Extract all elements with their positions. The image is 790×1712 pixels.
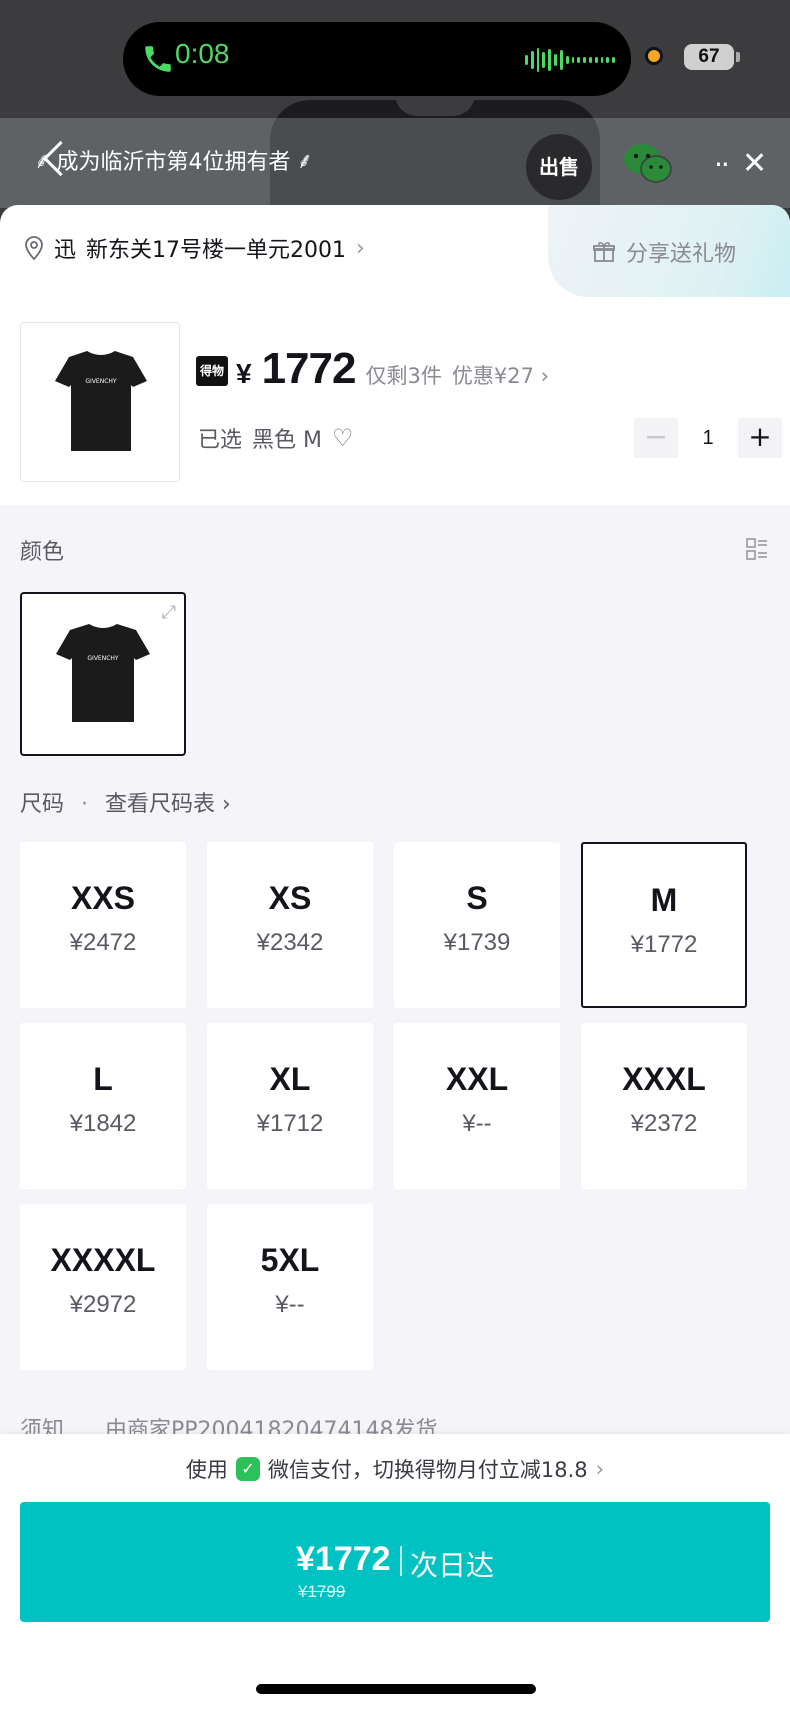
size-price: ¥-- — [462, 1110, 492, 1137]
dynamic-island[interactable]: 0:08 — [123, 22, 631, 96]
wechat-share-icon[interactable] — [622, 142, 674, 186]
size-price: ¥2372 — [630, 1110, 698, 1137]
size-section-header: 尺码 · 查看尺码表 › — [20, 786, 231, 818]
size-name: M — [650, 882, 678, 918]
recording-indicator — [645, 47, 663, 65]
size-name: XXXL — [622, 1061, 706, 1097]
size-name: XL — [269, 1061, 311, 1097]
laurel-right-icon: ⸙ — [296, 149, 314, 174]
sell-button[interactable]: 出售 — [526, 134, 592, 200]
size-option-xl[interactable]: XL ¥1712 — [207, 1023, 373, 1189]
buy-price: ¥1772 — [296, 1540, 391, 1578]
size-chart-link[interactable]: 查看尺码表 › — [105, 792, 231, 817]
size-option-xxl[interactable]: XXL ¥-- — [394, 1023, 560, 1189]
currency-symbol: ¥ — [236, 358, 252, 389]
owner-banner: ⸙ 成为临沂市第4位拥有者 ⸙ — [34, 144, 313, 176]
selected-value: 黑色 M — [252, 428, 322, 453]
heart-icon[interactable]: ♡ — [332, 424, 354, 452]
share-gift-label: 分享送礼物 — [626, 242, 737, 267]
gift-icon — [593, 242, 615, 262]
chevron-right-icon: › — [356, 235, 365, 261]
tshirt-brand-print: GIVENCHY — [87, 655, 119, 662]
platform-badge: 得物 — [196, 356, 228, 386]
chevron-right-icon: › — [595, 1457, 605, 1481]
size-price: ¥1712 — [256, 1110, 324, 1137]
size-name: 5XL — [260, 1242, 320, 1278]
home-indicator[interactable] — [256, 1684, 536, 1694]
selected-variant: 已选 黑色 M ♡ — [198, 422, 354, 454]
size-price: ¥1739 — [443, 929, 511, 956]
size-option-m[interactable]: M ¥1772 — [581, 842, 747, 1008]
notice-row[interactable]: 须知 由商家PP20041820474148发货 — [20, 1412, 780, 1436]
payment-method-row[interactable]: 使用 ✓ 微信支付，切换得物月付立减18.8 › — [0, 1454, 790, 1484]
size-section-label: 尺码 — [20, 792, 65, 817]
size-option-5xl[interactable]: 5XL ¥-- — [207, 1204, 373, 1370]
size-price: ¥2972 — [69, 1291, 137, 1318]
price-row: ¥ 1772 仅剩3件 优惠¥27 › — [236, 344, 549, 394]
buy-divider — [400, 1546, 402, 1576]
battery-tip — [736, 52, 740, 62]
product-price: 1772 — [261, 344, 357, 393]
tshirt-image: GIVENCHY — [56, 624, 150, 722]
size-price: ¥2342 — [256, 929, 324, 956]
original-price: ¥1799 — [298, 1582, 346, 1601]
discount-link[interactable]: 优惠¥27 › — [452, 360, 549, 390]
size-name: XXS — [70, 880, 136, 916]
owner-banner-text: 成为临沂市第4位拥有者 — [56, 150, 291, 175]
size-option-xs[interactable]: XS ¥2342 — [207, 842, 373, 1008]
quantity-stepper: − 1 + — [634, 418, 782, 458]
size-name: XXL — [445, 1061, 509, 1097]
product-thumbnail[interactable]: GIVENCHY — [20, 322, 180, 482]
more-icon[interactable]: ·· — [714, 148, 730, 181]
buy-button[interactable] — [20, 1502, 770, 1622]
top-navbar: ⸙ 成为临沂市第4位拥有者 ⸙ 出售 ·· ✕ — [0, 118, 790, 208]
stock-remaining: 仅剩3件 — [365, 364, 442, 388]
size-chart-text: 查看尺码表 — [105, 792, 216, 817]
call-timer: 0:08 — [175, 38, 230, 69]
tshirt-brand-print: GIVENCHY — [85, 378, 117, 385]
increase-button[interactable]: + — [738, 418, 782, 458]
size-name: XXXXL — [50, 1242, 156, 1278]
size-option-s[interactable]: S ¥1739 — [394, 842, 560, 1008]
delivery-label: 次日达 — [410, 1549, 495, 1582]
tshirt-image: GIVENCHY — [55, 351, 147, 451]
payment-prefix: 使用 — [185, 1458, 228, 1482]
list-view-icon[interactable] — [746, 538, 768, 560]
phone-icon — [145, 46, 171, 72]
location-pin-icon — [25, 236, 43, 260]
size-name: L — [93, 1061, 113, 1097]
discount-text: 优惠¥27 — [451, 364, 534, 388]
audio-waveform-icon — [525, 46, 615, 74]
laurel-left-icon: ⸙ — [34, 149, 51, 174]
size-price: ¥-- — [275, 1291, 305, 1318]
quantity-value: 1 — [702, 426, 714, 449]
close-icon[interactable]: ✕ — [742, 146, 767, 181]
delivery-address[interactable]: 迅 新东关17号楼一单元2001 › — [24, 232, 365, 264]
size-name: XS — [268, 880, 312, 916]
color-swatch-black[interactable]: ⤢ GIVENCHY — [20, 592, 186, 756]
size-option-l[interactable]: L ¥1842 — [20, 1023, 186, 1189]
address-text: 新东关17号楼一单元2001 — [86, 238, 346, 263]
size-option-xxs[interactable]: XXS ¥2472 — [20, 842, 186, 1008]
selected-prefix: 已选 — [198, 428, 243, 453]
size-price: ¥1842 — [69, 1110, 137, 1137]
size-price: ¥2472 — [69, 929, 137, 956]
express-tag: 迅 — [54, 238, 77, 263]
color-section-label: 颜色 — [20, 540, 65, 565]
battery-level: 67 — [684, 44, 734, 70]
decrease-button[interactable]: − — [634, 418, 678, 458]
expand-icon[interactable]: ⤢ — [162, 602, 176, 623]
wechat-pay-icon: ✓ — [235, 1457, 260, 1481]
size-option-xxxxl[interactable]: XXXXL ¥2972 — [20, 1204, 186, 1370]
size-option-xxxl[interactable]: XXXL ¥2372 — [581, 1023, 747, 1189]
separator-dot: · — [81, 792, 89, 817]
payment-text: 微信支付，切换得物月付立减18.8 — [267, 1458, 588, 1482]
size-price: ¥1772 — [630, 931, 698, 958]
size-name: S — [466, 880, 488, 916]
share-gift-button[interactable]: 分享送礼物 — [592, 236, 736, 268]
